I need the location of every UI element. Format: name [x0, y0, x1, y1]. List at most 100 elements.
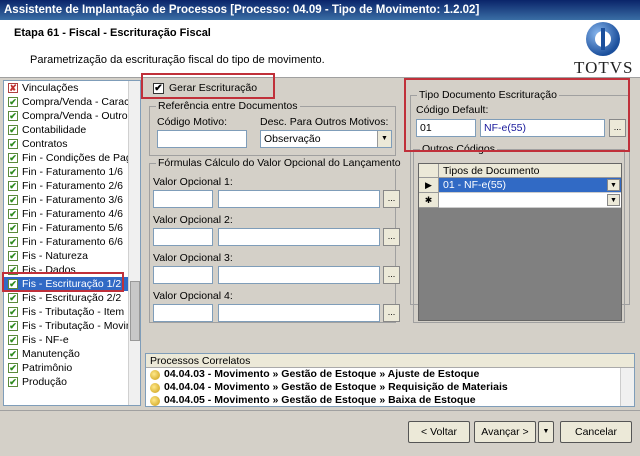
sidebar-item[interactable]: ✔ Fin - Faturamento 5/6 — [4, 221, 140, 235]
sidebar-scroll-thumb[interactable] — [130, 281, 140, 341]
correlato-item[interactable]: 04.04.04 - Movimento » Gestão de Estoque… — [146, 381, 634, 394]
check-icon: ✔ — [8, 125, 18, 135]
codigo-motivo-input[interactable] — [157, 130, 247, 148]
grid-row[interactable]: ✱ ▼ — [419, 193, 621, 208]
sidebar-item-label: Fin - Faturamento 3/6 — [22, 194, 123, 206]
check-icon: ✔ — [8, 293, 18, 303]
check-icon: ✔ — [8, 181, 18, 191]
back-button[interactable]: < Voltar — [408, 421, 470, 443]
check-icon: ✔ — [8, 111, 18, 121]
new-row-icon: ✱ — [419, 193, 439, 208]
processos-correlatos: Processos Correlatos 04.04.03 - Moviment… — [145, 353, 635, 407]
error-check-icon: ✘ — [8, 83, 18, 93]
totvs-logo: TOTVS — [568, 22, 638, 78]
correlato-item[interactable]: 04.04.03 - Movimento » Gestão de Estoque… — [146, 368, 634, 381]
valor-opcional-2-code[interactable] — [153, 228, 213, 246]
grid-row[interactable]: ▶ 01 - NF-e(55) ▼ — [419, 178, 621, 193]
valor-opcional-1-desc[interactable] — [218, 190, 380, 208]
sidebar-item-label: Fin - Faturamento 4/6 — [22, 208, 123, 220]
sidebar-item[interactable]: ✔ Fis - Natureza — [4, 249, 140, 263]
sidebar-item[interactable]: ✔ Patrimônio — [4, 361, 140, 375]
sidebar-item-label: Fis - Tributação - Movime — [22, 320, 141, 332]
check-icon: ✔ — [8, 167, 18, 177]
check-icon: ✔ — [8, 307, 18, 317]
current-row-icon: ▶ — [419, 178, 439, 193]
correlato-label: 04.04.04 - Movimento » Gestão de Estoque… — [164, 381, 508, 393]
sidebar-item[interactable]: ✔ Fin - Faturamento 2/6 — [4, 179, 140, 193]
valor-opcional-1-code[interactable] — [153, 190, 213, 208]
desc-outros-select[interactable]: Observação ▼ — [260, 130, 392, 148]
next-button[interactable]: Avançar > — [474, 421, 536, 443]
sidebar-item-label: Fis - Tributação - Item — [22, 306, 125, 318]
sidebar-item[interactable]: ✔ Contratos — [4, 137, 140, 151]
grid-cell-value: 01 - NF-e(55) — [443, 179, 507, 191]
check-icon: ✔ — [8, 97, 18, 107]
sidebar-item[interactable]: ✔ Fin - Faturamento 1/6 — [4, 165, 140, 179]
correlato-item[interactable]: 04.04.05 - Movimento » Gestão de Estoque… — [146, 394, 634, 406]
sidebar-item[interactable]: ✔ Fis - NF-e — [4, 333, 140, 347]
sidebar-item-label: Fin - Faturamento 5/6 — [22, 222, 123, 234]
grid-corner — [419, 164, 439, 178]
sidebar-item[interactable]: ✔ Fin - Faturamento 3/6 — [4, 193, 140, 207]
valor-opcional-1-lookup-button[interactable]: ... — [383, 190, 400, 208]
grid-cell[interactable]: ▼ — [439, 193, 621, 208]
sidebar-item[interactable]: ✔ Fis - Tributação - Movime — [4, 319, 140, 333]
chevron-down-icon[interactable]: ▼ — [607, 194, 620, 206]
valor-opcional-3-desc[interactable] — [218, 266, 380, 284]
sidebar-item[interactable]: ✔ Contabilidade — [4, 123, 140, 137]
chevron-down-icon[interactable]: ▼ — [377, 131, 391, 147]
valor-opcional-2-desc[interactable] — [218, 228, 380, 246]
valor-opcional-3-code[interactable] — [153, 266, 213, 284]
processos-correlatos-title: Processos Correlatos — [146, 354, 634, 368]
chevron-down-icon: ▼ — [542, 428, 550, 435]
valor-opcional-3-label: Valor Opcional 3: — [153, 252, 233, 264]
logo-text: TOTVS — [574, 58, 634, 77]
highlight-box-sidebar — [2, 272, 124, 292]
chevron-down-icon[interactable]: ▼ — [607, 179, 620, 191]
correlatos-scrollbar[interactable] — [620, 368, 634, 406]
sidebar-scrollbar[interactable] — [128, 81, 140, 405]
check-icon: ✔ — [8, 251, 18, 261]
sidebar-item[interactable]: ✔ Manutenção — [4, 347, 140, 361]
sidebar-item-label: Fis - Escrituração 2/2 — [22, 292, 122, 304]
correlato-label: 04.04.03 - Movimento » Gestão de Estoque… — [164, 368, 480, 380]
process-icon — [150, 383, 160, 393]
sidebar-item-label: Fin - Condições de Pagar — [22, 152, 141, 164]
sidebar-item[interactable]: ✔ Compra/Venda - Outros — [4, 109, 140, 123]
desc-outros-value: Observação — [264, 133, 321, 145]
footer-divider — [0, 410, 640, 411]
sidebar-item[interactable]: ✔ Compra/Venda - Caracte — [4, 95, 140, 109]
step-description: Parametrização da escrituração fiscal do… — [30, 54, 325, 66]
valor-opcional-4-desc[interactable] — [218, 304, 380, 322]
sidebar-item-label: Compra/Venda - Outros — [22, 110, 133, 122]
sidebar-item-label: Fis - Natureza — [22, 250, 88, 262]
sidebar-item-label: Fis - NF-e — [22, 334, 69, 346]
valor-opcional-4-code[interactable] — [153, 304, 213, 322]
sidebar-item[interactable]: ✔ Fis - Tributação - Item — [4, 305, 140, 319]
sidebar-item-label: Produção — [22, 376, 67, 388]
next-dropdown-button[interactable]: ▼ — [538, 421, 554, 443]
sidebar-item-label: Contratos — [22, 138, 68, 150]
cancel-button[interactable]: Cancelar — [560, 421, 632, 443]
sidebar-item[interactable]: ✔ Fin - Condições de Pagar — [4, 151, 140, 165]
window-title: Assistente de Implantação de Processos [… — [0, 0, 640, 20]
valor-opcional-2-lookup-button[interactable]: ... — [383, 228, 400, 246]
sidebar-item[interactable]: ✘ Vinculações — [4, 81, 140, 95]
sidebar-item[interactable]: ✔ Produção — [4, 375, 140, 389]
sidebar-item[interactable]: ✔ Fin - Faturamento 6/6 — [4, 235, 140, 249]
valor-opcional-4-label: Valor Opcional 4: — [153, 290, 233, 302]
sidebar-item-label: Fin - Faturamento 1/6 — [22, 166, 123, 178]
sidebar-item-label: Patrimônio — [22, 362, 73, 374]
grid-cell[interactable]: 01 - NF-e(55) ▼ — [439, 178, 621, 193]
sidebar-item[interactable]: ✔ Fis - Escrituração 2/2 — [4, 291, 140, 305]
desc-outros-label: Desc. Para Outros Motivos: — [260, 116, 389, 128]
highlight-box-gerar — [141, 73, 275, 99]
tipos-documento-grid: Tipos de Documento ▶ 01 - NF-e(55) ▼ ✱ ▼ — [418, 163, 622, 321]
sidebar-item-label: Manutenção — [22, 348, 80, 360]
valor-opcional-3-lookup-button[interactable]: ... — [383, 266, 400, 284]
check-icon: ✔ — [8, 153, 18, 163]
valor-opcional-4-lookup-button[interactable]: ... — [383, 304, 400, 322]
sidebar-list: ✘ Vinculações ✔ Compra/Venda - Caracte ✔ Comp… — [4, 81, 140, 389]
grid-column-header[interactable]: Tipos de Documento — [439, 164, 621, 178]
sidebar-item[interactable]: ✔ Fin - Faturamento 4/6 — [4, 207, 140, 221]
